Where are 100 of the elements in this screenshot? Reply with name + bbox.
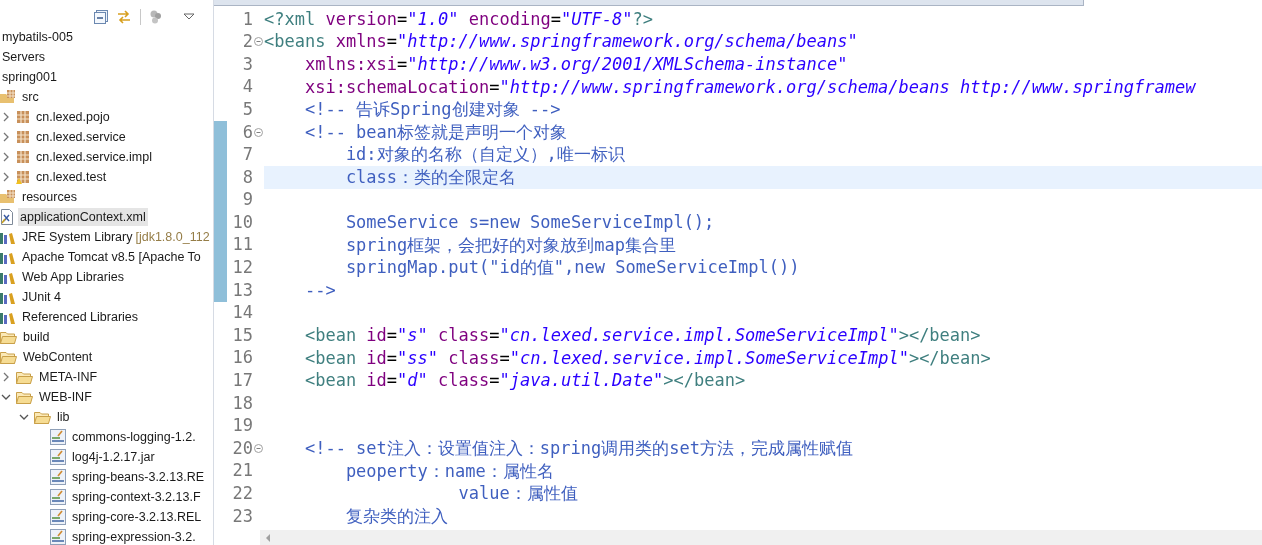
code-line: <!-- 告诉Spring创建对象 --> [303,101,561,119]
tree-item[interactable]: cn.lexed.test [34,167,109,187]
tree-item[interactable]: WebContent [21,347,95,367]
line-number: 17 [231,369,253,393]
line-number: 18 [231,391,253,415]
library-icon [0,310,16,324]
code-line: SomeService s=new SomeServiceImpl(); [344,214,715,232]
tree-item-decoration: [jdk1.8.0_112 [135,228,210,246]
jar-file-icon [50,449,66,465]
tree-item[interactable]: lib [55,407,72,427]
tree-item[interactable]: src [20,87,41,107]
jar-file-icon [50,469,66,485]
code-line: xmlns:xsi="http://www.w3.org/2001/XMLSchema-instance" [303,56,848,73]
package-warning-icon [16,170,30,184]
fold-icon[interactable] [254,444,263,454]
library-icon [0,290,16,304]
line-number: 4 [241,75,253,99]
library-icon [0,250,16,264]
code-line: <?xml version="1.0" encoding="UTF-8"?> [264,10,654,28]
tree-item[interactable]: log4j-1.2.17.jar [70,447,157,467]
tree-item[interactable]: Apache Tomcat v8.5 [Apache To [20,247,203,267]
tree-item[interactable]: cn.lexed.pojo [34,107,112,127]
package-icon [16,150,30,164]
code-line: class：类的全限定名 [344,168,517,186]
line-number: 1 [241,7,253,31]
code-line: springMap.put("id的值",new SomeServiceImpl()) [344,259,800,277]
tree-item[interactable]: cn.lexed.service.impl [34,147,154,167]
folder-icon [16,390,33,404]
folder-icon [0,350,17,364]
tree-item[interactable]: Referenced Libraries [20,307,141,327]
line-number: 3 [241,52,253,76]
line-number: 21 [231,459,253,483]
line-number: 15 [231,323,253,347]
tree-item[interactable]: spring-core-3.2.13.REL [70,507,204,527]
tree-item[interactable]: WEB-INF [37,387,94,407]
line-number: 13 [231,278,253,302]
tree-item[interactable]: spring-context-3.2.13.F [70,487,203,507]
horizontal-scrollbar[interactable] [260,530,1262,545]
tree-item[interactable]: spring-expression-3.2. [70,527,198,545]
code-line: <!-- set注入：设置值注入：spring调用类的set方法，完成属性赋值 [303,440,853,458]
tree-item[interactable]: applicationContext.xml [18,207,148,227]
jar-file-icon [50,429,66,445]
chevron-right-icon[interactable] [1,372,11,382]
jar-file-icon [50,529,66,545]
code-line: <bean id="s" class="cn.lexed.service.impl.SomeServiceImpl"></bean> [303,327,981,345]
folder-icon [34,410,51,424]
code-line: id:对象的名称（自定义）,唯一标识 [344,146,625,164]
line-number: 6 [241,120,253,144]
tree-item[interactable]: resources [20,187,79,207]
source-folder-icon [0,90,16,104]
line-number: 7 [241,143,253,167]
link-arrows-icon[interactable] [116,8,132,25]
collapse-all-icon[interactable] [94,9,108,24]
code-line: xsi:schemaLocation="http://www.springframework.org/schema/beans http://www.springframew [303,78,1196,96]
tree-item[interactable]: JRE System Library [20,227,135,247]
tree-item[interactable]: commons-logging-1.2. [70,427,198,447]
package-icon [16,130,30,144]
line-number: 23 [231,504,253,528]
code-line: <!-- bean标签就是声明一个对象 [303,123,568,141]
code-line: 复杂类的注入 [344,507,448,525]
tree-item[interactable]: build [21,327,52,347]
line-number: 5 [241,97,253,121]
jar-file-icon [50,489,66,505]
tree-item[interactable]: mybatils-005 [0,27,75,47]
code-line: <beans xmlns="http://www.springframework.org/schema/beans" [264,33,858,51]
folder-icon [16,370,33,384]
library-icon [0,270,16,284]
tree-item[interactable]: Servers [0,47,48,67]
line-number: 19 [231,414,253,438]
tree-item[interactable]: Web App Libraries [20,267,126,287]
tree-item[interactable]: spring001 [0,67,59,87]
line-number: 16 [231,346,253,370]
line-number: 20 [231,436,253,460]
code-line: value：属性值 [457,485,578,503]
jar-file-icon [50,509,66,525]
line-number: 14 [231,301,253,325]
code-line: peoperty：name：属性名 [344,462,554,480]
folder-icon [0,330,17,344]
code-line: --> [303,281,336,299]
line-number: 12 [231,256,253,280]
source-folder-icon [0,190,16,204]
fold-icon[interactable] [254,37,263,47]
view-menu-icon[interactable] [183,12,195,21]
code-line: spring框架，会把好的对象放到map集合里 [344,236,676,254]
package-icon [16,110,30,124]
tree-item[interactable]: spring-beans-3.2.13.RE [70,467,207,487]
line-number: 10 [231,210,253,234]
tree-item[interactable]: META-INF [37,367,100,387]
code-line: <bean id="d" class="java.util.Date"></bean> [303,372,746,390]
tree-item[interactable]: JUnit 4 [20,287,63,307]
tree-item[interactable]: cn.lexed.service [34,127,128,147]
fold-icon[interactable] [254,127,263,137]
library-icon [0,230,16,244]
scroll-left-icon[interactable] [264,532,272,543]
line-number: 9 [241,188,253,212]
line-number: 2 [241,30,253,54]
line-number: 8 [241,165,253,189]
line-number: 11 [231,233,253,257]
line-number: 22 [231,482,253,505]
code-line: <bean id="ss" class="cn.lexed.service.impl.SomeServiceImpl"></bean> [303,349,991,367]
